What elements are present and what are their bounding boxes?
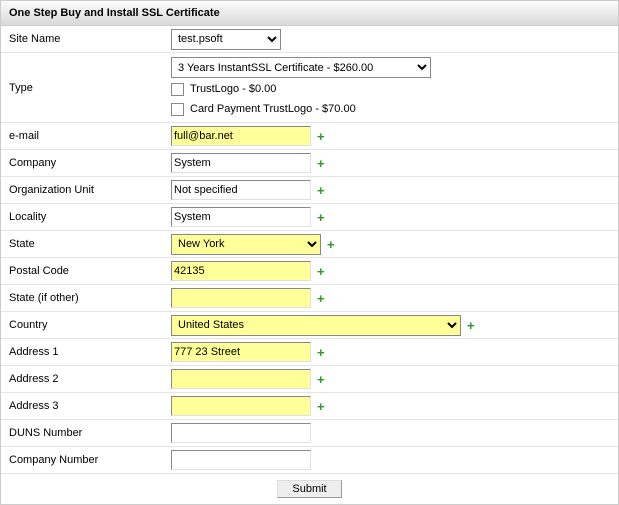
- plus-icon[interactable]: +: [317, 400, 325, 413]
- label-state-other: State (if other): [1, 292, 171, 304]
- plus-icon[interactable]: +: [467, 319, 475, 332]
- label-state: State: [1, 238, 171, 250]
- site-name-select[interactable]: test.psoft: [171, 29, 281, 50]
- label-locality: Locality: [1, 211, 171, 223]
- org-unit-input[interactable]: [171, 180, 311, 200]
- label-org-unit: Organization Unit: [1, 184, 171, 196]
- trustlogo-checkbox[interactable]: [171, 83, 184, 96]
- plus-icon[interactable]: +: [317, 211, 325, 224]
- label-duns: DUNS Number: [1, 427, 171, 439]
- card-payment-trustlogo-checkbox[interactable]: [171, 103, 184, 116]
- label-address3: Address 3: [1, 400, 171, 412]
- plus-icon[interactable]: +: [317, 157, 325, 170]
- company-input[interactable]: [171, 153, 311, 173]
- plus-icon[interactable]: +: [327, 238, 335, 251]
- plus-icon[interactable]: +: [317, 130, 325, 143]
- card-payment-trustlogo-label: Card Payment TrustLogo - $70.00: [190, 100, 356, 118]
- country-select[interactable]: United States: [171, 315, 461, 336]
- label-postal: Postal Code: [1, 265, 171, 277]
- label-company: Company: [1, 157, 171, 169]
- label-country: Country: [1, 319, 171, 331]
- email-input[interactable]: [171, 126, 311, 146]
- submit-button[interactable]: Submit: [277, 480, 341, 498]
- type-product-select[interactable]: 3 Years InstantSSL Certificate - $260.00: [171, 57, 431, 78]
- plus-icon[interactable]: +: [317, 184, 325, 197]
- plus-icon[interactable]: +: [317, 373, 325, 386]
- label-address2: Address 2: [1, 373, 171, 385]
- address3-input[interactable]: [171, 396, 311, 416]
- duns-input[interactable]: [171, 423, 311, 443]
- postal-input[interactable]: [171, 261, 311, 281]
- plus-icon[interactable]: +: [317, 292, 325, 305]
- trustlogo-label: TrustLogo - $0.00: [190, 80, 276, 98]
- label-site-name: Site Name: [1, 33, 171, 45]
- label-company-number: Company Number: [1, 454, 171, 466]
- address1-input[interactable]: [171, 342, 311, 362]
- plus-icon[interactable]: +: [317, 346, 325, 359]
- plus-icon[interactable]: +: [317, 265, 325, 278]
- label-type: Type: [1, 82, 171, 94]
- state-select[interactable]: New York: [171, 234, 321, 255]
- label-email: e-mail: [1, 130, 171, 142]
- company-number-input[interactable]: [171, 450, 311, 470]
- state-other-input[interactable]: [171, 288, 311, 308]
- page-title: One Step Buy and Install SSL Certificate: [1, 0, 618, 26]
- locality-input[interactable]: [171, 207, 311, 227]
- address2-input[interactable]: [171, 369, 311, 389]
- label-address1: Address 1: [1, 346, 171, 358]
